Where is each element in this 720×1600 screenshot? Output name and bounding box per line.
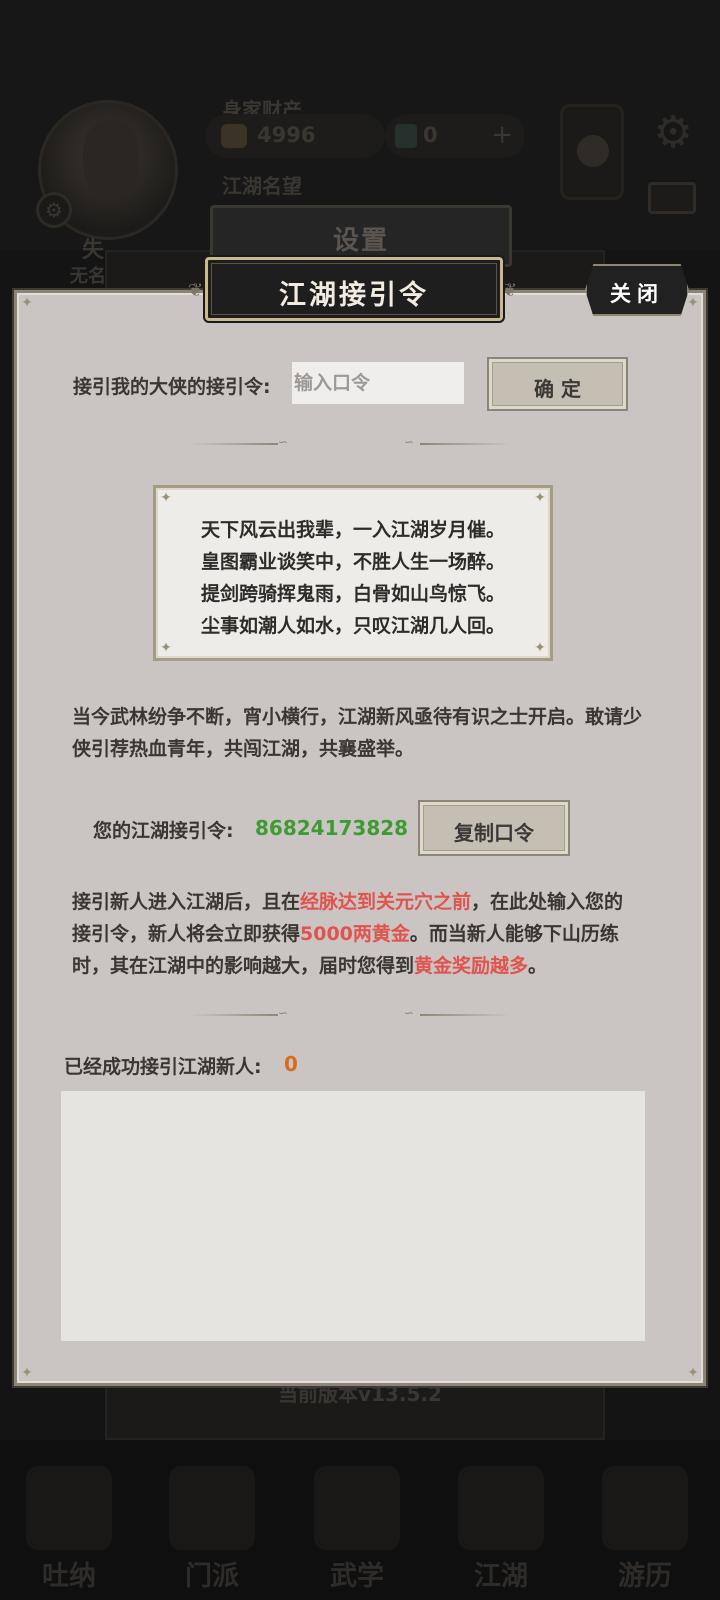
confirm-button-label: 确 定 [534,377,581,401]
fame-label: 江湖名望 [222,174,302,198]
rules-text: 接引新人进入江湖后，且在经脉达到关元穴之前，在此处输入您的接引令，新人将会立即获… [72,886,642,982]
jianghu-icon [458,1466,544,1550]
intro-text: 当今武林纷争不断，宵小横行，江湖新风亟待有识之士开启。敢请少侠引荐热血青年，共闯… [72,706,643,760]
poem-line: 皇图霸业谈笑中，不胜人生一场醉。 [200,551,505,573]
input-label: 接引我的大侠的接引令: [73,376,271,398]
corner-ornament: ✦ [21,295,33,311]
nav-label: 江湖 [474,1561,528,1592]
corner-ornament: ✦ [534,490,546,506]
jade-icon [395,124,417,148]
nav-label: 吐纳 [42,1561,96,1592]
settings-tab-label: 设置 [332,226,389,256]
poem-line: 提剑跨骑挥鬼雨，白骨如山鸟惊飞。 [200,583,505,605]
my-code-label: 您的江湖接引令: [93,820,234,842]
success-label: 已经成功接引江湖新人: [64,1056,262,1078]
gear-icon: ⚙ [653,107,693,158]
yin-yang-icon [577,135,609,167]
rules-highlight: 经脉达到关元穴之前 [300,891,472,913]
jade-counter: 0 + [385,114,525,158]
sect-icon [169,1466,255,1550]
referrer-code-input[interactable] [292,362,464,404]
success-count: 0 [284,1052,298,1076]
corner-ornament: ✦ [687,1365,699,1381]
rules-text-part: 。 [528,955,548,977]
dialog-title: 江湖接引令 [279,280,429,311]
game-screen: ⚙ 身家财产 4996 0 + 江湖名望 失 无名 ⚙ 当前版本v13.5.2 … [0,0,720,1600]
yin-yang-badge [560,104,624,200]
corner-ornament: ✦ [21,1365,33,1381]
confirm-button[interactable]: 确 定 [487,357,628,411]
divider: ∽ ∽ [190,435,510,451]
bottom-nav: 吐纳 门派 武学 江湖 游历 [0,1440,720,1600]
corner-ornament: ✦ [160,640,172,656]
my-code-value: 86824173828 [255,816,409,840]
rules-highlight: 黄金奖励越多 [414,955,529,977]
breathing-icon [26,1466,112,1550]
title-ornament-right-icon: ❦ [502,280,518,301]
nav-item-travel: 游历 [590,1466,700,1592]
jade-add-icon: + [491,120,513,150]
copy-code-button-label: 复制口令 [454,821,534,845]
close-button-label: 关闭 [610,282,664,306]
martial-arts-icon [314,1466,400,1550]
nav-item-martial-arts: 武学 [302,1466,412,1592]
rules-highlight: 5000两黄金 [300,923,410,945]
side-text-1: 失 [82,238,105,263]
gold-icon [221,124,247,148]
poem-box: ✦ ✦ ✦ ✦ 天下风云出我辈，一入江湖岁月催。 皇图霸业谈笑中，不胜人生一场醉… [153,485,553,661]
referred-players-list[interactable] [61,1091,645,1341]
rules-text-part: 接引新人进入江湖后，且在 [72,891,301,913]
jade-value: 0 [423,123,438,147]
poem-line: 天下风云出我辈，一入江湖岁月催。 [200,519,505,541]
copy-code-button[interactable]: 复制口令 [418,800,570,856]
corner-ornament: ✦ [534,640,546,656]
nav-label: 门派 [185,1561,239,1592]
nav-label: 武学 [330,1561,384,1592]
travel-icon [602,1466,688,1550]
mail-icon [648,182,696,214]
gold-counter: 4996 [205,114,385,158]
close-button[interactable]: 关闭 [585,264,689,316]
title-ornament-left-icon: ❦ [188,280,204,301]
corner-ornament: ✦ [687,295,699,311]
nav-item-jianghu: 江湖 [446,1466,556,1592]
side-text-2: 无名 [70,266,106,287]
nav-label: 游历 [618,1561,672,1592]
divider: ∽ ∽ [190,1006,510,1022]
dialog-title-tab: 江湖接引令 [205,257,503,321]
avatar-portrait [83,121,139,199]
poem-line: 尘事如潮人如水，只叹江湖几人回。 [200,615,505,637]
gold-value: 4996 [257,123,316,147]
corner-ornament: ✦ [160,490,172,506]
nav-item-sect: 门派 [157,1466,267,1592]
nav-item-tuna: 吐纳 [14,1466,124,1592]
avatar-settings-icon: ⚙ [36,192,72,228]
